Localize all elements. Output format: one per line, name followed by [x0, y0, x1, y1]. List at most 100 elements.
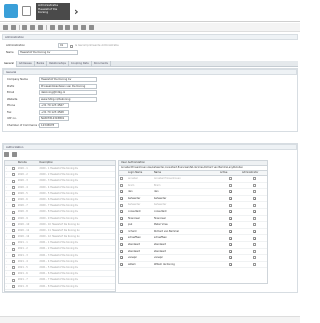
export-icon[interactable]: [73, 25, 79, 30]
print-icon[interactable]: [65, 25, 71, 30]
row-checkbox[interactable]: [11, 260, 15, 264]
settings-icon[interactable]: [81, 25, 87, 30]
user-row[interactable]: richard Richard van Bemmel: [119, 229, 267, 236]
user-select-checkbox[interactable]: [120, 223, 123, 227]
admin-checkbox[interactable]: [253, 230, 256, 234]
user-select-checkbox[interactable]: [120, 230, 123, 234]
company-name-field[interactable]: Heezehof De Koning bv: [39, 77, 97, 82]
row-checkbox[interactable]: [11, 173, 15, 177]
user-select-checkbox[interactable]: [120, 236, 123, 240]
admin-checkbox[interactable]: [253, 249, 256, 253]
new-icon[interactable]: [3, 25, 8, 30]
user-row[interactable]: standaard standaard: [119, 242, 267, 249]
user-select-checkbox[interactable]: [120, 190, 123, 194]
row-checkbox[interactable]: [11, 198, 15, 202]
user-row[interactable]: financieel financieel: [119, 216, 267, 223]
app-logo-icon[interactable]: [4, 4, 18, 18]
active-checkbox[interactable]: [229, 230, 232, 234]
name-field[interactable]: Heezehof De Koning bv: [18, 50, 78, 55]
row-checkbox[interactable]: [11, 241, 15, 245]
admin-checkbox[interactable]: [253, 210, 256, 214]
prefix-field[interactable]: Privésaldokantelen van De Koning: [39, 83, 97, 89]
user-row[interactable]: pvk Pieter Vries: [119, 222, 267, 229]
user-row[interactable]: beheerder beheerder: [119, 196, 267, 203]
grid-header-period[interactable]: Periode: [17, 161, 39, 165]
tab-relationships[interactable]: Relationships: [47, 61, 69, 67]
admin-checkbox[interactable]: [253, 236, 256, 240]
active-checkbox[interactable]: [229, 256, 232, 260]
admin-checkbox[interactable]: [253, 190, 256, 194]
admin-checkbox[interactable]: [253, 243, 256, 247]
user-row[interactable]: bram Bram: [119, 183, 267, 190]
save-icon[interactable]: [4, 152, 9, 157]
admin-checkbox[interactable]: [253, 203, 256, 207]
user-row[interactable]: beheerder beheerder: [119, 202, 267, 209]
tab-coupling-data[interactable]: Coupling Data: [69, 61, 92, 67]
user-select-checkbox[interactable]: [120, 210, 123, 214]
active-checkbox[interactable]: [229, 249, 232, 253]
grid-header-description[interactable]: Description: [38, 161, 115, 165]
user-select-checkbox[interactable]: [120, 216, 123, 220]
user-select-checkbox[interactable]: [120, 203, 123, 207]
user-select-checkbox[interactable]: [120, 243, 123, 247]
user-row[interactable]: vanepz vanepz: [119, 255, 267, 262]
row-checkbox[interactable]: [11, 235, 15, 239]
row-checkbox[interactable]: [11, 253, 15, 257]
phone-field[interactable]: +31 70 123 4567: [39, 103, 69, 108]
tab-documents[interactable]: Documents: [92, 61, 111, 67]
user-header-login[interactable]: Login Name: [127, 171, 153, 175]
row-checkbox[interactable]: [11, 284, 15, 288]
active-checkbox[interactable]: [229, 190, 232, 194]
admin-checkbox[interactable]: [253, 263, 256, 267]
tab-banks[interactable]: Banks: [35, 61, 48, 67]
row-checkbox[interactable]: [11, 185, 15, 189]
row-checkbox[interactable]: [11, 216, 15, 220]
active-checkbox[interactable]: [229, 243, 232, 247]
compressed-checkbox[interactable]: [70, 44, 73, 48]
list-icon[interactable]: [11, 152, 17, 157]
row-checkbox[interactable]: [11, 272, 15, 276]
active-checkbox[interactable]: [229, 183, 232, 187]
user-select-checkbox[interactable]: [120, 256, 123, 260]
administration-code-field[interactable]: 01: [58, 43, 68, 48]
active-checkbox[interactable]: [229, 263, 232, 267]
table-row[interactable]: › 2021 - 8 2021 - 8 Heezehof De Koning bv: [5, 284, 115, 290]
user-select-checkbox[interactable]: [120, 249, 123, 253]
user-row[interactable]: dan dan: [119, 189, 267, 196]
chevron-right-icon[interactable]: ›: [74, 5, 79, 18]
active-checkbox[interactable]: [229, 216, 232, 220]
user-row[interactable]: annabel Annabel Prinsenhoven: [119, 176, 267, 183]
admin-checkbox[interactable]: [253, 183, 256, 187]
user-row[interactable]: standaard standaard: [119, 249, 267, 256]
active-checkbox[interactable]: [229, 177, 232, 181]
help-icon[interactable]: [88, 25, 94, 30]
row-checkbox[interactable]: [11, 192, 15, 196]
row-checkbox[interactable]: [11, 222, 15, 226]
user-row[interactable]: consultant consultant: [119, 209, 267, 216]
row-checkbox[interactable]: [11, 179, 15, 183]
delete-icon[interactable]: [49, 25, 55, 30]
user-select-checkbox[interactable]: [120, 263, 123, 267]
active-checkbox[interactable]: [229, 223, 232, 227]
admin-checkbox[interactable]: [253, 197, 256, 201]
admin-checkbox[interactable]: [253, 177, 256, 181]
user-row[interactable]: willem Willem de Koning: [119, 262, 267, 269]
email-field[interactable]: dekoning@hdkg.nl: [39, 90, 97, 95]
save-close-icon[interactable]: [30, 25, 36, 30]
user-header-name[interactable]: Name: [153, 171, 219, 175]
row-checkbox[interactable]: [11, 278, 15, 282]
user-row[interactable]: schaaffsen schaaffsen: [119, 235, 267, 242]
open-icon[interactable]: [10, 25, 16, 30]
user-select-checkbox[interactable]: [120, 183, 123, 187]
breadcrumb[interactable]: Administratie Heezehof De Koning: [36, 3, 70, 20]
coc-field[interactable]: 12345678: [39, 122, 59, 128]
fax-field[interactable]: +31 70 123 4568: [39, 109, 69, 115]
user-header-admin[interactable]: Administrator: [241, 171, 267, 175]
vat-field[interactable]: NL807812345B01: [39, 116, 69, 121]
user-select-checkbox[interactable]: [120, 197, 123, 201]
row-checkbox[interactable]: [11, 247, 15, 251]
row-checkbox[interactable]: [11, 167, 15, 171]
active-checkbox[interactable]: [229, 203, 232, 207]
user-select-checkbox[interactable]: [120, 177, 123, 181]
row-checkbox[interactable]: [11, 210, 15, 214]
